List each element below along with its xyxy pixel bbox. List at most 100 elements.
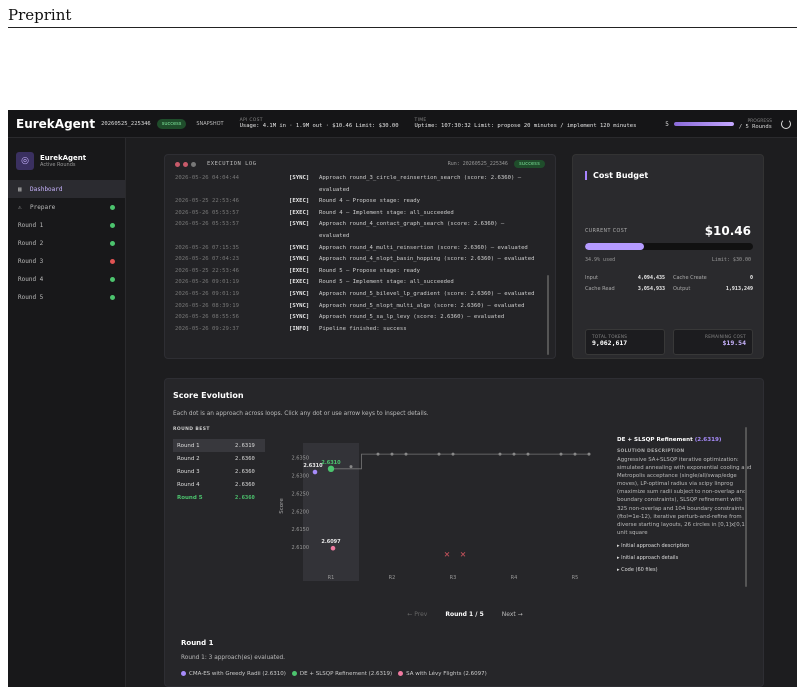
api-cost-value: Usage: 4.1M in · 1.9M out · $10.46 Limit… xyxy=(239,123,399,129)
run-id: 20260525_225346 xyxy=(101,120,151,127)
sidebar-brand: ◎ EurekAgent Active Rounds xyxy=(8,138,125,180)
total-tokens-value: 9,062,617 xyxy=(592,339,628,347)
token-value: 1,913,249 xyxy=(725,286,753,292)
prev-button[interactable]: ← Prev xyxy=(407,611,427,618)
detail-title-text: DE + SLSQP Refinement xyxy=(617,437,693,443)
log-line-continuation: evaluated xyxy=(175,231,545,243)
log-message: Round 4 — Propose stage: ready xyxy=(319,198,421,205)
sidebar: ◎ EurekAgent Active Rounds ▦ Dashboard ⚠… xyxy=(8,138,126,687)
detail-link-code[interactable]: ▸ Code (60 files) xyxy=(617,567,753,573)
log-timestamp: 2026-05-26 09:01:19 xyxy=(175,279,239,286)
snapshot-button[interactable]: SNAPSHOT xyxy=(196,121,223,127)
cost-budget-card: Cost Budget CURRENT COST $10.46 34.9% us… xyxy=(572,154,764,359)
score-point-label: 2.6310 xyxy=(321,460,341,466)
log-message: Round 5 — Propose stage: ready xyxy=(319,267,421,274)
round-score: 2.6360 xyxy=(235,494,255,501)
log-timestamp: 2026-05-26 08:39:19 xyxy=(175,302,239,309)
log-scrollbar[interactable] xyxy=(547,275,549,355)
sidebar-item-round-2[interactable]: Round 2 xyxy=(8,234,125,252)
score-chart[interactable]: 2.6350 2.6300 2.6250 2.6200 2.6150 2.6100 Scor… xyxy=(273,435,603,595)
round-pager: ← Prev Round 1 / 5 Next → xyxy=(165,611,765,618)
log-message: Approach round_5_bilevel_lp_gradient (sc… xyxy=(319,290,535,297)
total-tokens-box: TOTAL TOKENS 9,062,617 xyxy=(585,329,665,355)
score-point-label: 2.6310 xyxy=(303,463,323,469)
execution-log: EXECUTION LOG Run: 20260525_225346 succe… xyxy=(164,154,556,359)
log-message: Approach round_4_contact_graph_search (s… xyxy=(319,221,505,228)
score-point xyxy=(349,465,353,469)
sidebar-item-round-4[interactable]: Round 4 xyxy=(8,270,125,288)
log-message: evaluated xyxy=(319,232,350,239)
sidebar-item-label: Round 3 xyxy=(18,257,44,265)
log-indent xyxy=(289,231,319,243)
round-name: Round 4 xyxy=(177,481,200,488)
grid-icon: ▦ xyxy=(18,185,22,193)
current-cost-label: CURRENT COST xyxy=(585,229,628,234)
legend-item[interactable]: SA with Lévy Flights (2.6097) xyxy=(398,671,487,677)
current-cost-value: $10.46 xyxy=(704,224,751,238)
log-tag: [SYNC] xyxy=(289,314,310,321)
log-message: Approach round_4_multi_reinsertion (scor… xyxy=(319,244,528,251)
log-tag: [INFO] xyxy=(289,325,310,332)
progress-bar xyxy=(673,122,734,126)
window-dot-icon xyxy=(191,161,196,167)
legend-dot-icon xyxy=(181,671,186,676)
status-ok-icon xyxy=(110,294,115,300)
log-line: 2026-05-26 09:01:19 [SYNC] Approach round_… xyxy=(175,289,545,301)
round-best-row[interactable]: Round 5 2.6360 xyxy=(173,491,265,504)
header-rule xyxy=(8,27,797,28)
score-point xyxy=(573,452,577,456)
log-message: evaluated xyxy=(319,186,350,193)
sidebar-item-label: Round 2 xyxy=(18,239,44,247)
top-bar: EurekAgent 20260525_225346 success SNAPS… xyxy=(8,110,797,138)
round-best-row[interactable]: Round 2 2.6360 xyxy=(173,452,265,465)
log-message: Round 5 — Implement stage: all_succeeded xyxy=(319,279,454,286)
score-point xyxy=(330,545,336,551)
legend-item[interactable]: CMA-ES with Greedy Radii (2.6310) xyxy=(181,671,286,677)
log-message: Approach round_5_nlopt_multi_algo (score… xyxy=(319,302,525,309)
failed-marker xyxy=(444,551,450,557)
legend-label: DE + SLSQP Refinement (2.6319) xyxy=(299,671,393,677)
progress-fill xyxy=(673,122,734,126)
log-line: 2026-05-25 22:53:46 [EXEC] Round 5 — Propo… xyxy=(175,266,545,278)
sidebar-item-dashboard[interactable]: ▦ Dashboard xyxy=(8,180,125,198)
score-description: Each dot is an approach across loops. Cl… xyxy=(173,411,429,417)
log-timestamp: 2026-05-26 09:01:19 xyxy=(175,290,239,297)
log-tag: [SYNC] xyxy=(289,244,310,251)
failed-marker xyxy=(460,551,466,557)
round-best-row[interactable]: Round 3 2.6360 xyxy=(173,465,265,478)
sidebar-item-round-3[interactable]: Round 3 xyxy=(8,252,125,270)
pager-current: Round 1 / 5 xyxy=(445,611,484,618)
log-message: Approach round_4_nlopt_basin_hopping (sc… xyxy=(319,256,535,263)
log-timestamp: 2026-05-26 05:53:57 xyxy=(175,221,239,228)
round-best-row[interactable]: Round 4 2.6360 xyxy=(173,478,265,491)
token-key: Input xyxy=(585,275,598,281)
x-tick-label: R2 xyxy=(389,575,396,581)
window-dot-icon xyxy=(175,161,180,167)
next-button[interactable]: Next → xyxy=(502,611,523,618)
sidebar-item-round-1[interactable]: Round 1 xyxy=(8,216,125,234)
round-name: Round 1 xyxy=(177,442,200,449)
log-body[interactable]: 2026-05-26 04:04:44 [SYNC] Approach round_… xyxy=(165,173,555,335)
round-best-row[interactable]: Round 1 2.6319 xyxy=(173,439,265,452)
sidebar-item-round-5[interactable]: Round 5 xyxy=(8,288,125,306)
detail-link-description[interactable]: ▸ Initial approach description xyxy=(617,543,753,549)
detail-link-details[interactable]: ▸ Initial approach details xyxy=(617,555,753,561)
log-line: 2026-05-26 09:01:19 [EXEC] Round 5 — Imple… xyxy=(175,277,545,289)
log-tag: [SYNC] xyxy=(289,302,310,309)
status-ok-icon xyxy=(110,204,115,210)
detail-scrollbar[interactable] xyxy=(745,427,747,587)
theme-toggle-icon[interactable] xyxy=(781,119,791,129)
score-point xyxy=(390,452,394,456)
log-line: 2026-05-26 08:39:19 [SYNC] Approach round_… xyxy=(175,301,545,313)
log-tag: [SYNC] xyxy=(289,221,310,228)
round-summary-text: Round 1: 3 approach(es) evaluated. xyxy=(181,655,286,661)
round-name: Round 3 xyxy=(177,468,200,475)
sidebar-item-prepare[interactable]: ⚠ Prepare xyxy=(8,198,125,216)
cost-bar-fill xyxy=(585,243,644,250)
log-timestamp: 2026-05-25 22:53:46 xyxy=(175,267,239,274)
legend-item[interactable]: DE + SLSQP Refinement (2.6319) xyxy=(291,671,393,677)
score-point xyxy=(404,452,408,456)
round-score: 2.6319 xyxy=(235,442,255,449)
score-point xyxy=(312,469,318,475)
token-row: Input 4,094,435 Cache Create 0 xyxy=(585,273,753,284)
